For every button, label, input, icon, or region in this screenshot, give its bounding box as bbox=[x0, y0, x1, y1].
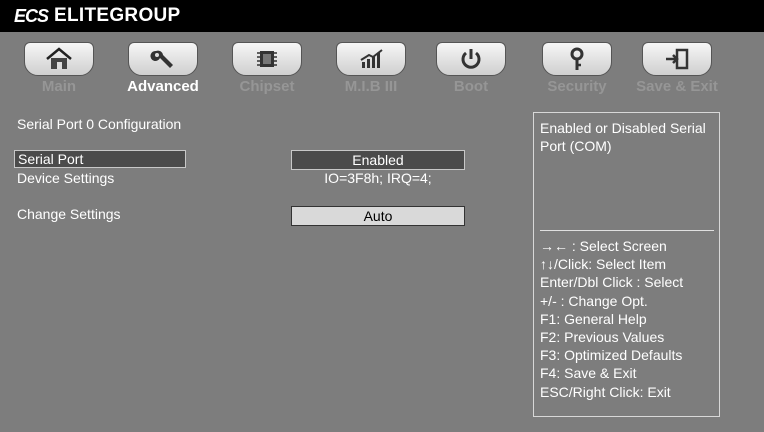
help-key-line: F3: Optimized Defaults bbox=[540, 347, 683, 364]
power-icon bbox=[461, 49, 481, 69]
help-keys: →← : Select Screen ↑↓/Click: Select Item… bbox=[540, 237, 683, 401]
ecs-logo-mark: ECS bbox=[14, 5, 49, 26]
device-settings-value: IO=3F8h; IRQ=4; bbox=[324, 170, 432, 186]
ecs-logo: ECS ELITEGROUP bbox=[14, 5, 181, 27]
tab-main-label[interactable]: Main bbox=[11, 78, 107, 95]
help-key-line: →← : Select Screen bbox=[540, 238, 667, 254]
serial-port-value[interactable]: Enabled bbox=[291, 150, 465, 170]
help-key-line: ↑↓/Click: Select Item bbox=[540, 256, 667, 273]
change-settings-label[interactable]: Change Settings bbox=[17, 206, 121, 222]
help-description: Enabled or Disabled Serial Port (COM) bbox=[540, 120, 706, 154]
help-key-line: +/- : Change Opt. bbox=[540, 292, 648, 309]
help-key-line: ESC/Right Click: Exit bbox=[540, 383, 671, 400]
home-icon bbox=[46, 47, 72, 69]
tab-security[interactable] bbox=[542, 42, 612, 76]
help-key-line: F4: Save & Exit bbox=[540, 365, 637, 382]
help-key-line: Enter/Dbl Click : Select bbox=[540, 274, 684, 291]
tab-advanced-label[interactable]: Advanced bbox=[115, 78, 211, 95]
tab-security-label[interactable]: Security bbox=[529, 78, 625, 95]
wrench-icon bbox=[150, 50, 173, 68]
tab-save-exit[interactable] bbox=[642, 42, 712, 76]
title-bar: ECS ELITEGROUP bbox=[0, 0, 764, 32]
settings-panel: Serial Port 0 Configuration Serial Port … bbox=[0, 102, 764, 432]
serial-port-label: Serial Port bbox=[18, 151, 84, 167]
help-divider bbox=[540, 230, 714, 231]
help-key-line: F1: General Help bbox=[540, 310, 647, 327]
tab-boot[interactable] bbox=[436, 42, 506, 76]
brand-name: ELITEGROUP bbox=[54, 5, 181, 26]
section-title: Serial Port 0 Configuration bbox=[17, 116, 182, 132]
device-settings-label: Device Settings bbox=[17, 170, 115, 186]
chart-icon bbox=[360, 49, 383, 68]
tab-mib-label[interactable]: M.I.B III bbox=[323, 78, 419, 95]
chip-icon bbox=[257, 51, 277, 67]
tab-main[interactable] bbox=[24, 42, 94, 76]
serial-port-item[interactable]: Serial Port bbox=[14, 150, 186, 168]
tab-chipset-label[interactable]: Chipset bbox=[219, 78, 315, 95]
help-key-line: F2: Previous Values bbox=[540, 329, 665, 346]
key-icon bbox=[570, 47, 584, 70]
exit-icon bbox=[666, 48, 689, 70]
tab-save-exit-label[interactable]: Save & Exit bbox=[629, 78, 725, 95]
tab-advanced[interactable] bbox=[128, 42, 198, 76]
tab-boot-label[interactable]: Boot bbox=[423, 78, 519, 95]
change-settings-value[interactable]: Auto bbox=[291, 206, 465, 226]
tab-chipset[interactable] bbox=[232, 42, 302, 76]
tab-mib[interactable] bbox=[336, 42, 406, 76]
tab-strip: Main Advanced Chipset M.I.B III Boot Sec… bbox=[0, 32, 764, 102]
help-panel: Enabled or Disabled Serial Port (COM) →←… bbox=[533, 112, 720, 417]
